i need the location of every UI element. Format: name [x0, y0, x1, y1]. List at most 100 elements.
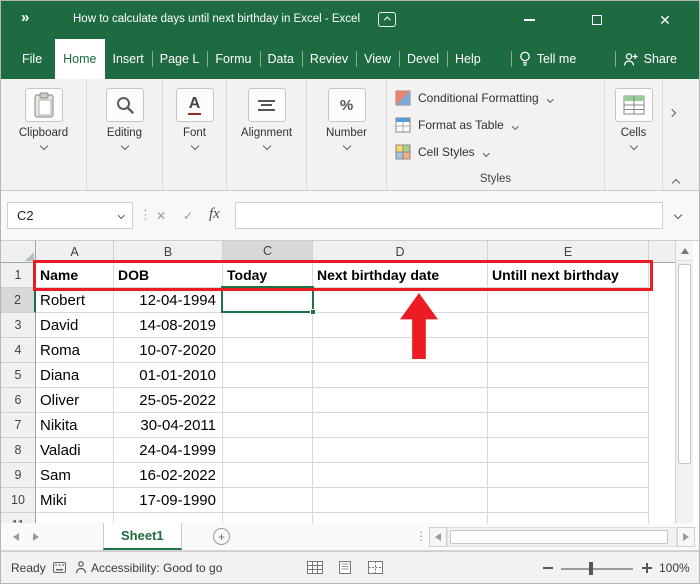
cell[interactable]	[313, 488, 488, 513]
normal-view-button[interactable]	[307, 561, 323, 574]
cell[interactable]	[313, 388, 488, 413]
cell[interactable]	[313, 313, 488, 338]
name-box[interactable]: C2	[7, 202, 133, 229]
scroll-right-button[interactable]	[677, 527, 695, 547]
enter-entry-button[interactable]: ✓	[183, 209, 193, 223]
share-button[interactable]: Share	[615, 39, 685, 79]
cell[interactable]	[223, 363, 313, 388]
cell[interactable]: Robert	[36, 288, 114, 313]
cell[interactable]: Oliver	[36, 388, 114, 413]
format-as-table-button[interactable]: Format as Table	[387, 111, 604, 138]
number-format-button[interactable]: %	[328, 88, 366, 122]
cell[interactable]	[313, 363, 488, 388]
cell[interactable]: Roma	[36, 338, 114, 363]
cell[interactable]	[488, 388, 649, 413]
cell[interactable]: 10-07-2020	[114, 338, 223, 363]
row-header[interactable]: 4	[1, 338, 36, 363]
zoom-in-button[interactable]	[641, 562, 653, 574]
tab-page-layout[interactable]: Page L	[152, 39, 208, 79]
cell[interactable]	[223, 413, 313, 438]
macro-record-icon[interactable]	[53, 562, 66, 573]
tab-help[interactable]: Help	[447, 39, 489, 79]
scroll-up-button[interactable]	[676, 241, 693, 261]
row-header[interactable]: 7	[1, 413, 36, 438]
cell[interactable]	[488, 313, 649, 338]
cell[interactable]	[488, 363, 649, 388]
tell-me-button[interactable]: Tell me	[511, 39, 585, 79]
fill-handle[interactable]	[310, 309, 316, 315]
ribbon-group-alignment[interactable]: Alignment	[227, 79, 307, 190]
cell[interactable]	[114, 513, 223, 523]
previous-sheet-button[interactable]	[13, 533, 19, 541]
row-header[interactable]: 6	[1, 388, 36, 413]
ribbon-group-cells[interactable]: Cells	[605, 79, 663, 190]
next-sheet-button[interactable]	[33, 533, 39, 541]
cell[interactable]: 01-01-2010	[114, 363, 223, 388]
editing-button[interactable]	[106, 88, 144, 122]
cell[interactable]: 16-02-2022	[114, 463, 223, 488]
cell[interactable]	[488, 463, 649, 488]
cell[interactable]: 14-08-2019	[114, 313, 223, 338]
cell[interactable]	[488, 413, 649, 438]
cell[interactable]	[36, 513, 114, 523]
cell[interactable]	[313, 413, 488, 438]
cell[interactable]	[488, 288, 649, 313]
page-layout-view-button[interactable]	[338, 561, 352, 574]
paste-button[interactable]	[25, 88, 63, 122]
ribbon-group-clipboard[interactable]: Clipboard	[1, 79, 87, 190]
cell[interactable]	[223, 513, 313, 523]
collapse-ribbon-icon[interactable]	[673, 173, 679, 191]
cell[interactable]: 17-09-1990	[114, 488, 223, 513]
ribbon-scroll-right-icon[interactable]	[669, 103, 675, 121]
new-sheet-button[interactable]: +	[213, 528, 230, 545]
conditional-formatting-button[interactable]: Conditional Formatting	[387, 84, 604, 111]
cell[interactable]	[488, 488, 649, 513]
vertical-scrollbar[interactable]	[675, 241, 693, 523]
row-header[interactable]: 2	[1, 288, 36, 313]
cells-button[interactable]	[615, 88, 653, 122]
tab-formulas[interactable]: Formu	[207, 39, 259, 79]
horizontal-scrollbar[interactable]	[447, 527, 677, 547]
cell[interactable]: Nikita	[36, 413, 114, 438]
tab-developer[interactable]: Devel	[399, 39, 447, 79]
cell[interactable]	[223, 488, 313, 513]
tab-splitter-handle[interactable]: ⋮	[415, 529, 427, 543]
zoom-slider-thumb[interactable]	[589, 562, 593, 575]
minimize-button[interactable]	[513, 1, 545, 39]
select-all-button[interactable]	[1, 241, 36, 263]
cell[interactable]	[223, 338, 313, 363]
sheet-tab-sheet1[interactable]: Sheet1	[103, 523, 182, 550]
zoom-slider-track[interactable]	[561, 568, 633, 570]
ribbon-display-options-button[interactable]	[378, 12, 396, 27]
font-button[interactable]: A	[176, 88, 214, 122]
vertical-scrollbar-thumb[interactable]	[678, 264, 691, 464]
cell[interactable]	[313, 438, 488, 463]
tab-review[interactable]: Reviev	[302, 39, 356, 79]
accessibility-status[interactable]: Accessibility: Good to go	[91, 561, 222, 575]
row-header[interactable]: 8	[1, 438, 36, 463]
horizontal-scrollbar-thumb[interactable]	[450, 530, 668, 544]
quick-access-toolbar-icon[interactable]: »	[21, 9, 28, 26]
ribbon-group-font[interactable]: A Font	[163, 79, 227, 190]
cell[interactable]: Valadi	[36, 438, 114, 463]
cell[interactable]	[223, 463, 313, 488]
cell[interactable]: David	[36, 313, 114, 338]
cell-styles-button[interactable]: Cell Styles	[387, 138, 604, 165]
page-break-view-button[interactable]	[368, 561, 383, 574]
cell[interactable]	[223, 438, 313, 463]
formula-input[interactable]	[235, 202, 663, 229]
cell[interactable]: 12-04-1994	[114, 288, 223, 313]
row-header[interactable]: 9	[1, 463, 36, 488]
cell[interactable]	[223, 313, 313, 338]
cell[interactable]: Miki	[36, 488, 114, 513]
scroll-left-button[interactable]	[429, 527, 447, 547]
close-button[interactable]: ✕	[647, 1, 683, 39]
cell[interactable]: 30-04-2011	[114, 413, 223, 438]
row-header[interactable]: 1	[1, 263, 36, 288]
cancel-entry-button[interactable]: ✕	[156, 209, 166, 223]
cell[interactable]	[488, 513, 649, 523]
cell[interactable]: Sam	[36, 463, 114, 488]
insert-function-button[interactable]: fx	[209, 206, 220, 223]
cell[interactable]: 25-05-2022	[114, 388, 223, 413]
alignment-button[interactable]	[248, 88, 286, 122]
